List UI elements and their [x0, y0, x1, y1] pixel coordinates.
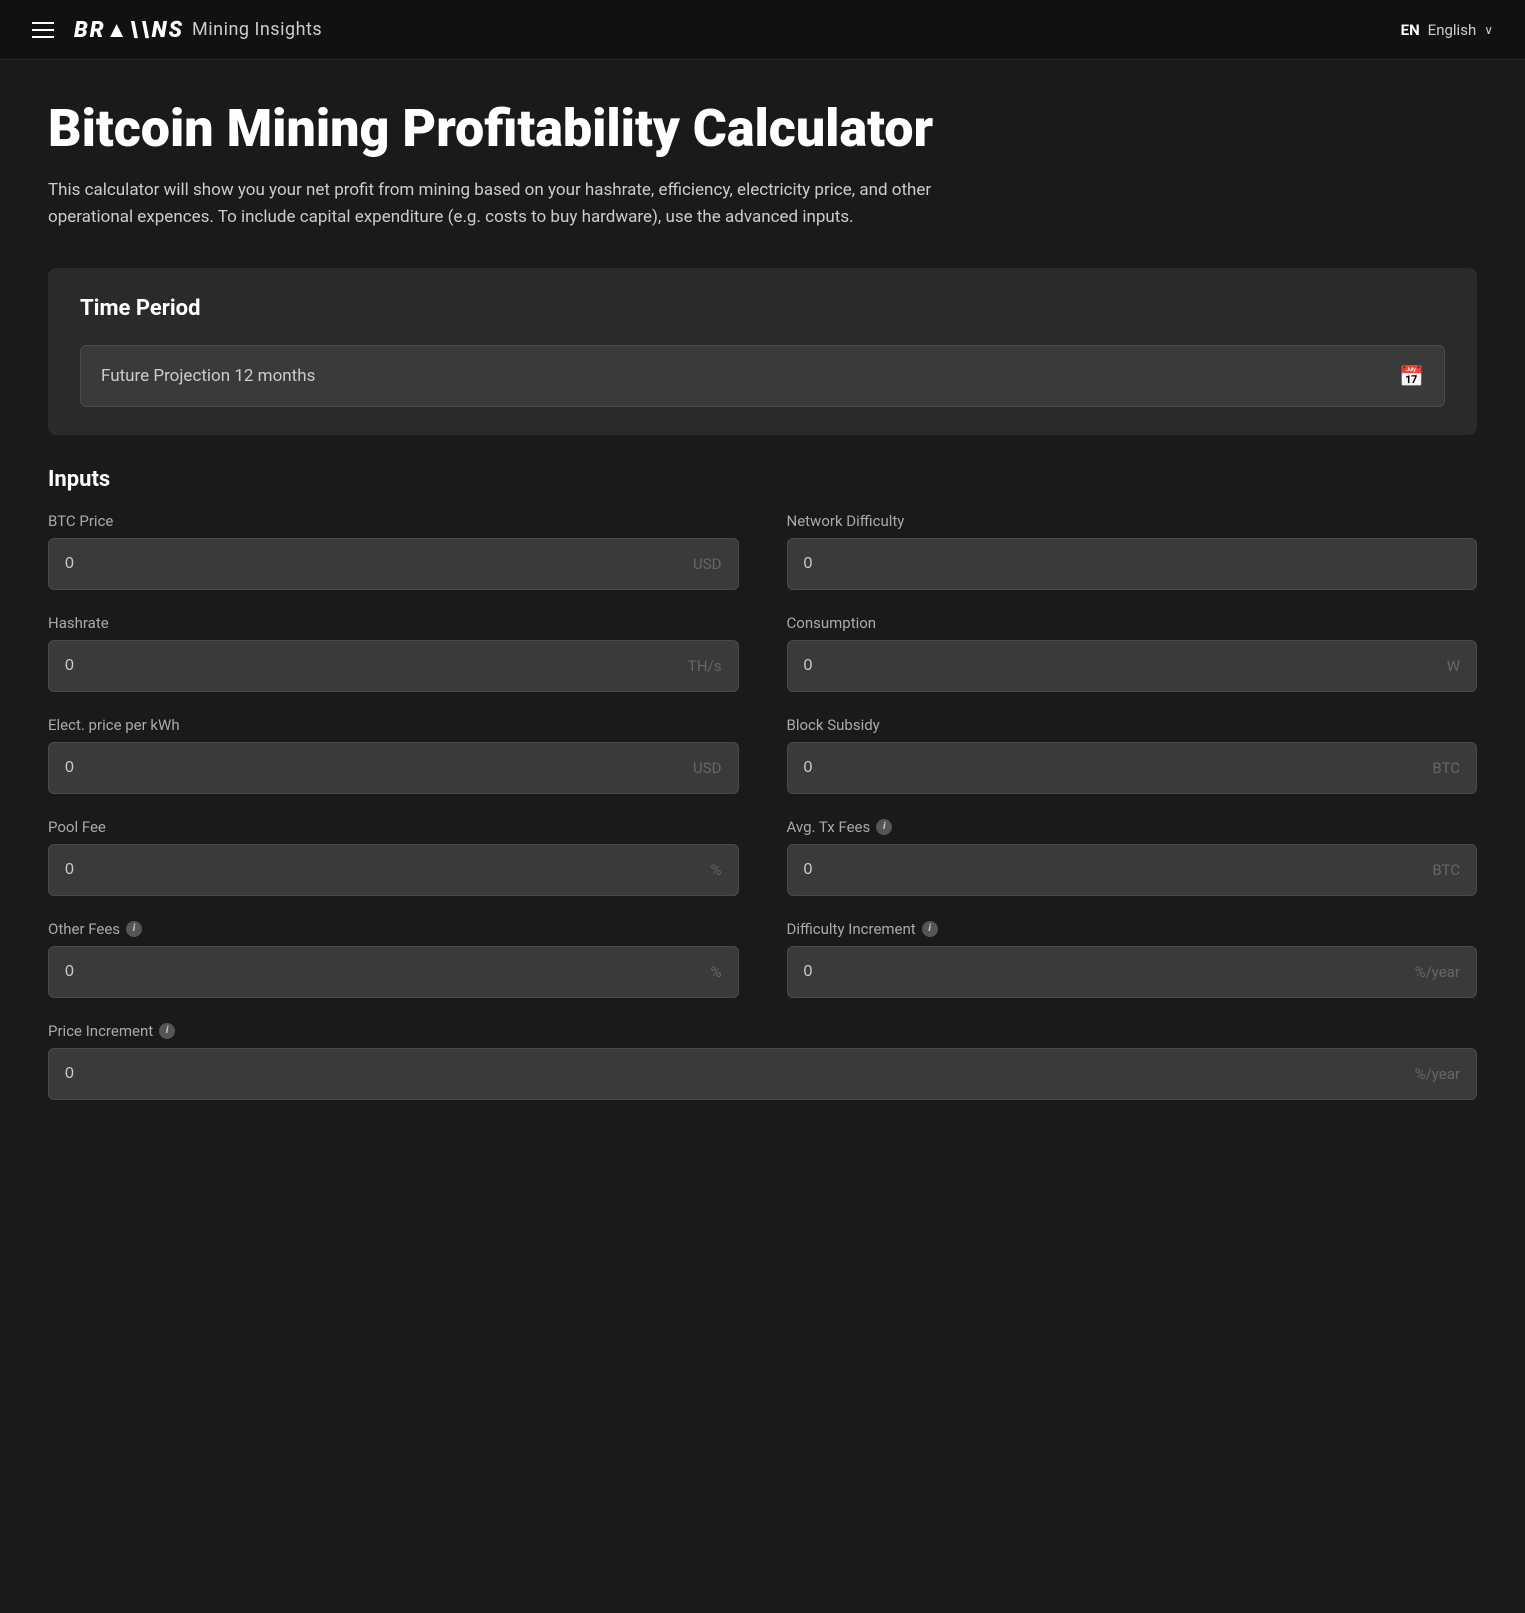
input-price-increment[interactable] — [65, 1065, 1407, 1083]
language-code: EN — [1401, 21, 1420, 39]
input-wrapper-hashrate: TH/s — [48, 640, 739, 692]
inputs-title: Inputs — [48, 467, 1477, 492]
input-wrapper-consumption: W — [787, 640, 1478, 692]
label-network-difficulty: Network Difficulty — [787, 512, 1478, 530]
input-wrapper-pool-fee: % — [48, 844, 739, 896]
label-difficulty-increment: Difficulty Incrementi — [787, 920, 1478, 938]
unit-btc-price: USD — [693, 555, 721, 573]
info-icon-difficulty-increment[interactable]: i — [922, 921, 938, 937]
input-group-other-fees: Other Feesi% — [48, 920, 739, 998]
info-icon-avg-tx-fees[interactable]: i — [876, 819, 892, 835]
label-pool-fee: Pool Fee — [48, 818, 739, 836]
brand-title: Mining Insights — [192, 19, 322, 40]
input-wrapper-other-fees: % — [48, 946, 739, 998]
input-group-price-increment: Price Incrementi %/year — [48, 1022, 1477, 1100]
input-group-elect-price: Elect. price per kWh USD — [48, 716, 739, 794]
info-icon-other-fees[interactable]: i — [126, 921, 142, 937]
unit-hashrate: TH/s — [688, 657, 722, 675]
info-icon-price-increment[interactable]: i — [159, 1023, 175, 1039]
unit-avg-tx-fees: BTC — [1432, 861, 1460, 879]
label-consumption: Consumption — [787, 614, 1478, 632]
unit-difficulty-increment: %/year — [1415, 963, 1460, 981]
unit-elect-price: USD — [693, 759, 721, 777]
unit-other-fees: % — [711, 963, 722, 981]
input-block-subsidy[interactable] — [804, 759, 1425, 777]
input-group-consumption: Consumption W — [787, 614, 1478, 692]
time-period-selector[interactable]: Future Projection 12 months 📅 — [80, 345, 1445, 407]
input-wrapper-elect-price: USD — [48, 742, 739, 794]
input-group-difficulty-increment: Difficulty Incrementi %/year — [787, 920, 1478, 998]
input-group-pool-fee: Pool Fee% — [48, 818, 739, 896]
calendar-icon: 📅 — [1399, 364, 1424, 388]
language-selector[interactable]: EN English ∨ — [1401, 21, 1493, 39]
input-group-block-subsidy: Block Subsidy BTC — [787, 716, 1478, 794]
input-difficulty-increment[interactable] — [804, 963, 1407, 981]
input-other-fees[interactable] — [65, 963, 703, 981]
hamburger-menu-button[interactable] — [32, 22, 54, 38]
input-avg-tx-fees[interactable] — [804, 861, 1425, 879]
navbar-left: BR▲\\NS Mining Insights — [32, 17, 322, 43]
main-content: Bitcoin Mining Profitability Calculator … — [0, 60, 1525, 1192]
navbar: BR▲\\NS Mining Insights EN English ∨ — [0, 0, 1525, 60]
time-period-label: Future Projection 12 months — [101, 366, 315, 386]
unit-price-increment: %/year — [1415, 1065, 1460, 1083]
label-other-fees: Other Feesi — [48, 920, 739, 938]
input-group-network-difficulty: Network Difficulty — [787, 512, 1478, 590]
unit-consumption: W — [1447, 657, 1460, 675]
page-description: This calculator will show you your net p… — [48, 177, 1008, 231]
time-period-title: Time Period — [80, 296, 1445, 321]
input-network-difficulty[interactable] — [804, 555, 1461, 573]
label-price-increment: Price Incrementi — [48, 1022, 1477, 1040]
input-group-avg-tx-fees: Avg. Tx Feesi BTC — [787, 818, 1478, 896]
input-wrapper-price-increment: %/year — [48, 1048, 1477, 1100]
label-btc-price: BTC Price — [48, 512, 739, 530]
inputs-section: Inputs BTC Price USD Network Difficulty Has… — [48, 467, 1477, 1100]
input-wrapper-difficulty-increment: %/year — [787, 946, 1478, 998]
input-elect-price[interactable] — [65, 759, 685, 777]
input-wrapper-btc-price: USD — [48, 538, 739, 590]
input-pool-fee[interactable] — [65, 861, 703, 879]
language-text: English — [1428, 21, 1477, 39]
label-elect-price: Elect. price per kWh — [48, 716, 739, 734]
unit-pool-fee: % — [711, 861, 722, 879]
input-wrapper-avg-tx-fees: BTC — [787, 844, 1478, 896]
input-btc-price[interactable] — [65, 555, 685, 573]
brand-logo-group: BR▲\\NS Mining Insights — [74, 17, 322, 43]
label-hashrate: Hashrate — [48, 614, 739, 632]
label-avg-tx-fees: Avg. Tx Feesi — [787, 818, 1478, 836]
input-wrapper-block-subsidy: BTC — [787, 742, 1478, 794]
input-consumption[interactable] — [804, 657, 1439, 675]
input-hashrate[interactable] — [65, 657, 680, 675]
input-wrapper-network-difficulty — [787, 538, 1478, 590]
label-block-subsidy: Block Subsidy — [787, 716, 1478, 734]
input-group-hashrate: Hashrate TH/s — [48, 614, 739, 692]
page-title: Bitcoin Mining Profitability Calculator — [48, 100, 1477, 157]
brand-logo: BR▲\\NS — [74, 17, 184, 43]
chevron-down-icon: ∨ — [1484, 23, 1493, 37]
inputs-grid: BTC Price USD Network Difficulty Hashrate TH… — [48, 512, 1477, 1022]
unit-block-subsidy: BTC — [1432, 759, 1460, 777]
input-group-btc-price: BTC Price USD — [48, 512, 739, 590]
time-period-section: Time Period Future Projection 12 months … — [48, 268, 1477, 435]
